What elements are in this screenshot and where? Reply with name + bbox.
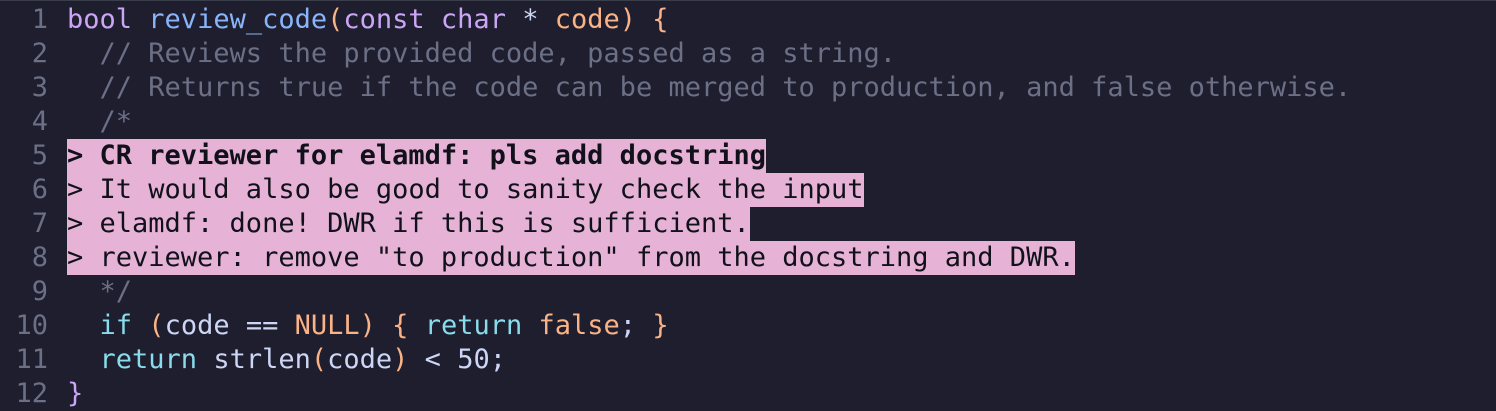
line-number: 11 (15, 344, 48, 375)
code-token: ; (619, 310, 653, 341)
line-number: 7 (31, 208, 48, 239)
line-number: 10 (15, 310, 48, 341)
code-line[interactable]: 9 */ (0, 275, 1496, 309)
line-content: } (67, 377, 83, 411)
line-number: 12 (15, 378, 48, 409)
code-token: code (554, 4, 620, 35)
code-token: // Returns true if the code can be merge… (67, 72, 1352, 103)
code-line[interactable]: 2 // Reviews the provided code, passed a… (0, 37, 1496, 71)
line-number: 2 (31, 38, 48, 69)
line-number: 9 (31, 276, 48, 307)
code-line[interactable]: 8 > reviewer: remove "to production" from… (0, 241, 1496, 275)
code-token: ( (148, 310, 165, 341)
code-token: ( (310, 344, 328, 375)
code-token: code (327, 344, 393, 375)
line-number: 1 (31, 4, 48, 35)
code-line[interactable]: 12} (0, 377, 1496, 411)
code-line[interactable]: 7 > elamdf: done! DWR if this is sufficie… (0, 207, 1496, 241)
code-token: /* (67, 106, 133, 137)
line-number: 8 (31, 242, 48, 273)
code-line[interactable]: 5 > CR reviewer for elamdf: pls add docst… (0, 139, 1496, 173)
line-content: // Returns true if the code can be merge… (67, 71, 1352, 105)
code-token: { (652, 4, 669, 35)
code-token: ( (327, 4, 344, 35)
code-token: ) (392, 344, 409, 375)
code-token: return (424, 310, 523, 341)
code-token: code == (164, 310, 295, 341)
code-token: const (343, 4, 425, 35)
code-lines: 1 bool review_code(const char * code) {2 … (0, 3, 1496, 411)
code-token: false (538, 310, 620, 341)
code-line[interactable]: 3 // Returns true if the code can be mer… (0, 71, 1496, 105)
review-comment-highlight: > reviewer: remove "to production" from … (67, 241, 1075, 275)
code-token: // Reviews the provided code, passed as … (67, 38, 897, 69)
review-comment-highlight: > CR reviewer for elamdf: pls add docstr… (67, 139, 766, 173)
line-content: /* (67, 105, 133, 139)
line-content: */ (67, 275, 133, 309)
code-token: if (99, 310, 133, 341)
code-token: char (440, 4, 506, 35)
code-line[interactable]: 6 > It would also be good to sanity check… (0, 173, 1496, 207)
line-content: if (code == NULL) { return false; } (67, 309, 669, 343)
line-number: 5 (31, 140, 48, 171)
review-comment-highlight: > It would also be good to sanity check … (67, 173, 864, 207)
line-content: bool review_code(const char * code) { (67, 3, 669, 37)
code-token: */ (67, 276, 133, 307)
code-token: } (67, 378, 84, 409)
code-token: ) (619, 4, 653, 35)
code-token: NULL (294, 310, 360, 341)
code-token: bool (67, 4, 133, 35)
code-line[interactable]: 11 return strlen(code) < 50; (0, 343, 1496, 377)
code-token: < 50; (408, 344, 506, 375)
line-number: 3 (31, 72, 48, 103)
code-line[interactable]: 1 bool review_code(const char * code) { (0, 3, 1496, 37)
line-number: 6 (31, 174, 48, 205)
code-line[interactable]: 4 /* (0, 105, 1496, 139)
code-token: review_code (148, 4, 328, 35)
code-token: } (652, 310, 669, 341)
line-content: // Reviews the provided code, passed as … (67, 37, 897, 71)
code-token: ) (359, 310, 376, 341)
line-content: return strlen(code) < 50; (67, 343, 506, 377)
code-editor[interactable]: 1 bool review_code(const char * code) {2 … (0, 0, 1496, 411)
line-number: 4 (31, 106, 48, 137)
review-comment-highlight: > elamdf: done! DWR if this is sufficien… (67, 207, 750, 241)
code-token: return (99, 344, 198, 375)
code-line[interactable]: 10 if (code == NULL) { return false; } (0, 309, 1496, 343)
code-token: * (505, 4, 555, 35)
code-token: strlen (197, 344, 311, 375)
code-token: { (392, 310, 409, 341)
